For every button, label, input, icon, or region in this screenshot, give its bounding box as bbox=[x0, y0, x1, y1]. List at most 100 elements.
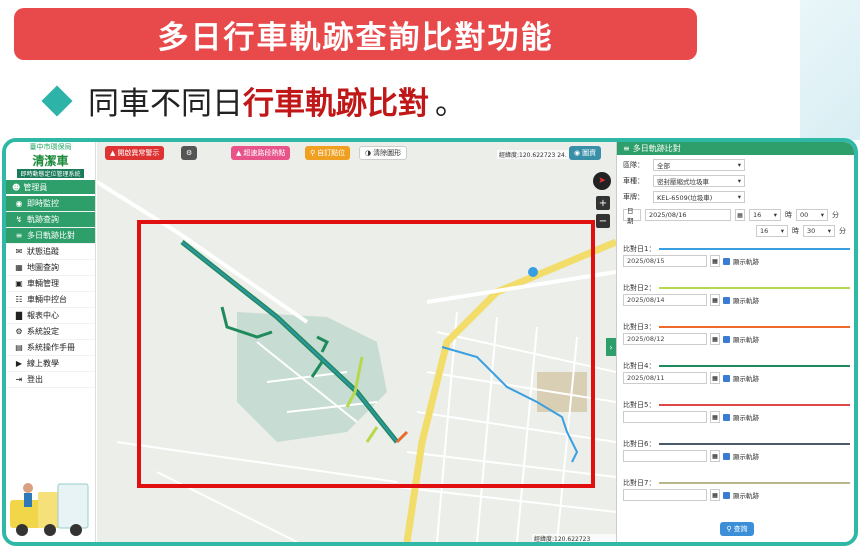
sidebar-item-5[interactable]: ▣ 車輛管理 bbox=[6, 276, 95, 292]
chevron-down-icon: ▾ bbox=[820, 211, 824, 219]
compare-date-input[interactable]: 2025/08/14 bbox=[623, 294, 707, 306]
hour-value-1: 16 bbox=[753, 211, 762, 219]
sidebar-item-3[interactable]: ✉ 狀態追蹤 bbox=[6, 244, 95, 260]
minute-select-1[interactable]: 00 ▾ bbox=[796, 209, 828, 221]
show-track-checkbox[interactable] bbox=[723, 296, 730, 304]
diamond-bullet-icon bbox=[41, 84, 73, 117]
logo-top-text: 臺中市環保局 bbox=[29, 143, 72, 151]
sidebar-item-4[interactable]: ▦ 地圖查詢 bbox=[6, 260, 95, 276]
sidebar-item-6[interactable]: ☷ 車輛中控台 bbox=[6, 292, 95, 308]
alert-toggle-button[interactable]: ▲ 開啟異常警示 bbox=[105, 146, 165, 160]
compare-day-label: 比對日4： bbox=[623, 361, 656, 370]
garbage-truck-illustration bbox=[10, 483, 89, 536]
compass-icon[interactable]: ➤ bbox=[593, 172, 611, 190]
speed-hotspot-button[interactable]: ▲ 超速路段熱點 bbox=[231, 146, 291, 160]
hour-value-2: 16 bbox=[760, 227, 769, 235]
show-track-checkbox[interactable] bbox=[723, 452, 730, 460]
chevron-down-icon: ▾ bbox=[737, 193, 741, 201]
show-track-checkbox[interactable] bbox=[723, 374, 730, 382]
show-track-checkbox[interactable] bbox=[723, 413, 730, 421]
compare-date-input[interactable]: 2025/08/12 bbox=[623, 333, 707, 345]
type-select[interactable]: 密封壓縮式垃圾車 ▾ bbox=[653, 175, 745, 187]
compare-date-input[interactable]: 2025/08/11 bbox=[623, 372, 707, 384]
slide-title: 多日行車軌跡查詢比對功能 bbox=[157, 19, 554, 56]
map-view[interactable]: ▲ 開啟異常警示 ⚙ ▲ 超速路段熱點 ⚲ 自訂點位 ◑ 清除圖形 經緯度:12… bbox=[97, 142, 616, 542]
compare-date-input[interactable]: 2025/08/15 bbox=[623, 255, 707, 267]
hour-unit-1: 時 bbox=[785, 211, 792, 219]
compare-day-header: 比對日6： bbox=[623, 438, 850, 449]
show-track-label: 顯示軌跡 bbox=[733, 492, 759, 500]
custom-point-button[interactable]: ⚲ 自訂點位 bbox=[305, 146, 351, 160]
calendar-icon[interactable]: ▦ bbox=[710, 411, 720, 423]
sidebar-item-2[interactable]: ≡ 多日軌跡比對 bbox=[6, 228, 95, 244]
truck-icon: ▣ bbox=[15, 279, 23, 288]
date-label: 日期 bbox=[627, 207, 634, 225]
show-track-checkbox[interactable] bbox=[723, 491, 730, 499]
zoom-in-button[interactable]: + bbox=[596, 196, 610, 210]
sidebar-nav: ◉ 即時監控 ↯ 軌跡查詢 ≡ 多日軌跡比對 ✉ 狀態追蹤 ▦ 地圖查詢 ▣ 車輛管理 ☷ 車輛中控台 ▇ 報… bbox=[6, 196, 95, 388]
panel-title: 多日軌跡比對 bbox=[632, 144, 681, 153]
logo-subtitle: 即時動態定位管理系統 bbox=[17, 169, 84, 178]
layers-button[interactable]: ◉ 圖資 bbox=[569, 146, 602, 160]
pin-icon: ⚲ bbox=[310, 149, 316, 157]
calendar-icon[interactable]: ▦ bbox=[710, 294, 720, 306]
minute-unit-2: 分 bbox=[839, 227, 846, 235]
compare-date-input[interactable] bbox=[623, 450, 707, 462]
sidebar-item-1[interactable]: ↯ 軌跡查詢 bbox=[6, 212, 95, 228]
date-input[interactable]: 2025/08/16 bbox=[645, 209, 731, 221]
calendar-icon[interactable]: ▦ bbox=[710, 450, 720, 462]
alert-toggle-label: 開啟異常警示 bbox=[117, 149, 160, 157]
compare-date-input[interactable] bbox=[623, 489, 707, 501]
calendar-icon[interactable]: ▦ bbox=[735, 209, 745, 221]
query-button[interactable]: ⚲ 查詢 bbox=[720, 522, 754, 536]
compare-date-input[interactable] bbox=[623, 411, 707, 423]
calendar-icon[interactable]: ▦ bbox=[710, 255, 720, 267]
subtitle-plain: 同車不同日 bbox=[88, 86, 243, 122]
compare-color-line bbox=[659, 403, 850, 406]
settings-button[interactable]: ⚙ bbox=[181, 146, 198, 160]
sidebar-item-label: 狀態追蹤 bbox=[27, 247, 59, 256]
minute-select-2[interactable]: 30 ▾ bbox=[803, 225, 835, 237]
sidebar-item-11[interactable]: ⇥ 登出 bbox=[6, 372, 95, 388]
sidebar-item-10[interactable]: ▶ 線上教學 bbox=[6, 356, 95, 372]
zoom-out-button[interactable]: − bbox=[596, 214, 610, 228]
subtitle-end: 。 bbox=[435, 86, 466, 122]
area-select[interactable]: 全部 ▾ bbox=[653, 159, 745, 171]
minute-value-1: 00 bbox=[800, 211, 809, 219]
hour-select-1[interactable]: 16 ▾ bbox=[749, 209, 781, 221]
sidebar-item-8[interactable]: ⚙ 系統設定 bbox=[6, 324, 95, 340]
user-badge[interactable]: ☻ 管理員 bbox=[6, 180, 95, 194]
compare-day-label: 比對日3： bbox=[623, 322, 656, 331]
chart-icon: ▇ bbox=[15, 311, 23, 320]
chevron-down-icon: ▾ bbox=[827, 227, 831, 235]
warning-icon: ▲ bbox=[110, 149, 116, 157]
sidebar: 臺中市環保局 清潔車 即時動態定位管理系統 ☻ 管理員 ◉ 即時監控 ↯ 軌跡查詢 ≡ 多… bbox=[6, 142, 96, 542]
panel-collapse-toggle[interactable]: › bbox=[606, 338, 616, 356]
compare-color-line bbox=[659, 442, 850, 445]
sidebar-item-7[interactable]: ▇ 報表中心 bbox=[6, 308, 95, 324]
clear-shapes-label: 清除圖形 bbox=[373, 149, 402, 157]
calendar-icon[interactable]: ▦ bbox=[710, 333, 720, 345]
layers-label: 圖資 bbox=[582, 149, 597, 157]
layers-icon: ◉ bbox=[574, 149, 581, 157]
show-track-checkbox[interactable] bbox=[723, 335, 730, 343]
sidebar-item-0[interactable]: ◉ 即時監控 bbox=[6, 196, 95, 212]
logo-name: 清潔車 bbox=[32, 154, 69, 168]
logout-icon: ⇥ bbox=[15, 375, 23, 384]
calendar-icon[interactable]: ▦ bbox=[710, 489, 720, 501]
compare-day-5: 比對日5： ▦ 顯示軌跡 bbox=[617, 399, 854, 424]
compare-day-label: 比對日7： bbox=[623, 478, 656, 487]
decorative-corner bbox=[800, 0, 860, 140]
show-track-checkbox[interactable] bbox=[723, 257, 730, 265]
compare-day-label: 比對日6： bbox=[623, 439, 656, 448]
sidebar-item-9[interactable]: ▤ 系統操作手冊 bbox=[6, 340, 95, 356]
compare-panel: ≡ 多日軌跡比對 區隊： 全部 ▾ 車種： 密封壓縮式垃圾車 ▾ 車牌： KEL… bbox=[616, 142, 854, 542]
date-value: 2025/08/16 bbox=[649, 211, 687, 219]
clear-shapes-button[interactable]: ◑ 清除圖形 bbox=[359, 146, 408, 160]
calendar-icon[interactable]: ▦ bbox=[710, 372, 720, 384]
compare-color-line bbox=[659, 364, 850, 367]
plate-select[interactable]: KEL-6509(垃圾車) ▾ bbox=[653, 191, 745, 203]
hour-select-2[interactable]: 16 ▾ bbox=[756, 225, 788, 237]
compare-day-label: 比對日1： bbox=[623, 244, 656, 253]
chevron-down-icon: ▾ bbox=[773, 211, 777, 219]
